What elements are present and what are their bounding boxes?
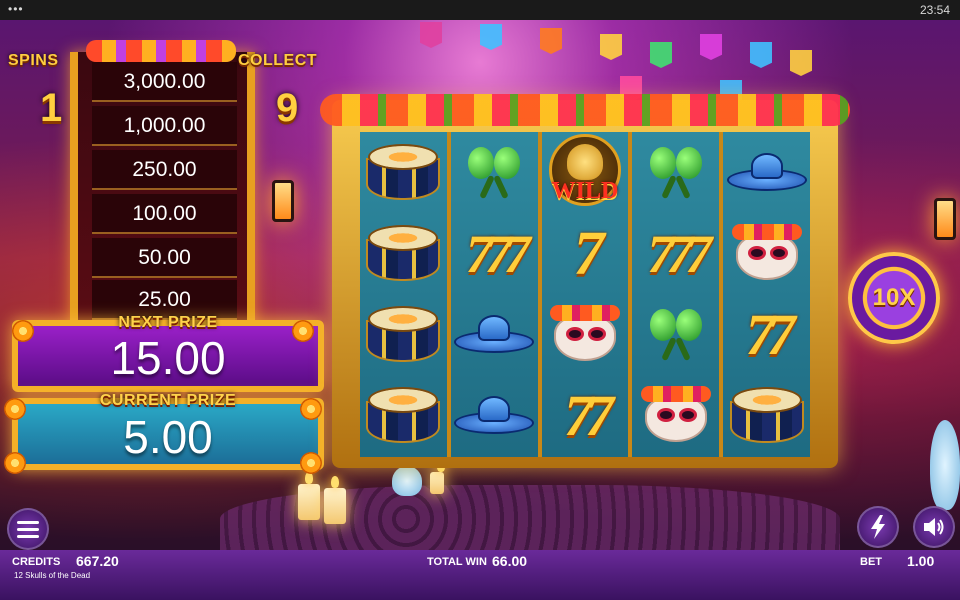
flower-garland	[320, 94, 850, 126]
symbol-single-seven: 7	[573, 219, 604, 288]
skull-decoration	[930, 420, 960, 510]
credits-value: 667.20	[76, 553, 119, 569]
marigold-flower	[292, 320, 314, 342]
prize-ladder-row: 250.00	[92, 150, 237, 190]
skull-decoration	[392, 466, 422, 496]
prize-ladder-row: 50.00	[92, 238, 237, 278]
symbol-double-seven: 77	[745, 301, 796, 367]
symbol-mask	[723, 213, 810, 294]
papel-picado-flag	[480, 24, 502, 50]
marigold-flower	[4, 398, 26, 420]
prize-value: 50.00	[138, 246, 191, 269]
bottom-bar: CREDITS 667.20 12 Skulls of the Dead TOT…	[0, 550, 960, 600]
candle	[324, 476, 346, 524]
spins-label: SPINS	[8, 52, 59, 69]
sound-button[interactable]	[913, 506, 955, 548]
symbol-maracas	[632, 132, 719, 213]
symbol-mask	[542, 294, 629, 375]
collect-label: COLLECT	[238, 52, 318, 69]
collect-value: 9	[276, 86, 299, 130]
papel-picado-flag	[790, 50, 812, 76]
prize-value: 250.00	[132, 158, 197, 181]
symbol-sombrero	[451, 375, 538, 456]
game-name: 12 Skulls of the Dead	[14, 571, 91, 580]
reel-4: 777	[632, 132, 720, 457]
prize-ladder-row: 3,000.00	[92, 62, 237, 102]
marigold-flower	[300, 452, 322, 474]
status-bar: ••• 23:54	[0, 0, 960, 20]
menu-dots-icon[interactable]: •••	[8, 2, 24, 16]
papel-picado-flag	[420, 22, 442, 48]
papel-picado-flag	[750, 42, 772, 68]
prize-value: 100.00	[132, 202, 197, 225]
symbol-sombrero	[451, 294, 538, 375]
clock: 23:54	[919, 3, 950, 17]
turbo-button[interactable]	[857, 506, 899, 548]
reel-1	[360, 132, 447, 457]
marigold-flower	[4, 452, 26, 474]
next-prize-panel: NEXT PRIZE 15.00	[12, 314, 324, 392]
marigold-flower	[300, 398, 322, 420]
symbol-drum	[360, 375, 447, 456]
lightning-icon	[871, 515, 885, 539]
marigold-flower	[12, 320, 34, 342]
current-prize-value: 5.00	[123, 411, 213, 463]
credits-label: CREDITS	[12, 556, 61, 568]
prize-ladder-row: 100.00	[92, 194, 237, 234]
total-win-label: TOTAL WIN	[427, 556, 487, 568]
symbol-maracas	[451, 132, 538, 213]
symbol-drum	[360, 132, 447, 213]
symbol-maracas	[632, 294, 719, 375]
papel-picado-flag	[540, 28, 562, 54]
hamburger-menu-icon	[17, 521, 39, 538]
prize-value: 1,000.00	[123, 114, 206, 137]
symbol-double-seven: 77	[563, 382, 614, 448]
next-prize-value: 15.00	[110, 332, 226, 384]
flower-garland	[86, 40, 236, 62]
bet-value[interactable]: 1.00	[907, 553, 934, 569]
multiplier-label: 10X	[872, 284, 916, 311]
candle	[298, 472, 320, 520]
prize-ladder: 3,000.00 1,000.00 250.00 100.00 50.00 25…	[40, 52, 280, 327]
spins-value: 1	[40, 86, 63, 130]
wild-label: WILD	[551, 177, 619, 204]
candle	[430, 460, 445, 494]
prize-value: 3,000.00	[123, 70, 206, 93]
current-prize-label: CURRENT PRIZE	[99, 392, 237, 409]
symbol-wild: WILD	[542, 132, 629, 213]
reel-5: 77	[723, 132, 810, 457]
reel-2: 777	[450, 132, 538, 457]
lantern	[934, 198, 956, 240]
bet-label: BET	[860, 556, 882, 568]
multiplier-badge: 10X	[848, 252, 940, 344]
symbol-triple-seven: 777	[465, 223, 531, 284]
papel-picado-flag	[600, 34, 622, 60]
menu-button[interactable]	[7, 508, 49, 550]
total-win-value: 66.00	[492, 553, 528, 569]
prize-ladder-row: 1,000.00	[92, 106, 237, 146]
papel-picado-flag	[650, 42, 672, 68]
symbol-drum	[360, 213, 447, 294]
symbol-triple-seven: 777	[647, 223, 712, 284]
symbol-mask	[632, 375, 719, 456]
next-prize-label: NEXT PRIZE	[118, 314, 218, 331]
symbol-drum	[723, 375, 810, 456]
reel-3: WILD 7 77	[541, 132, 629, 457]
reel-grid: 777 WILD 7 77 777 77	[360, 132, 810, 457]
current-prize-panel: CURRENT PRIZE 5.00	[12, 392, 324, 470]
symbol-sombrero	[723, 132, 810, 213]
symbol-drum	[360, 294, 447, 375]
papel-picado-flag	[700, 34, 722, 60]
speaker-icon	[924, 518, 944, 536]
